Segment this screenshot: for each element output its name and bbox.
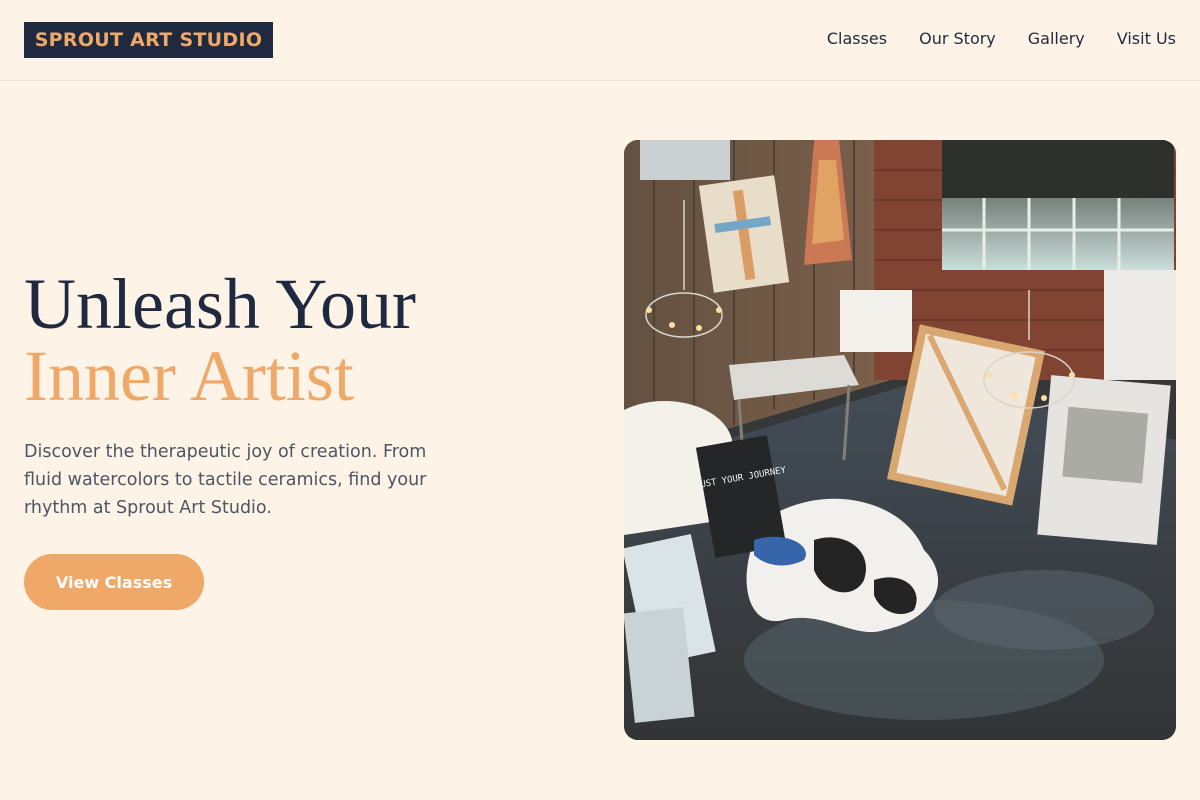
brand-logo[interactable]: SPROUT ART STUDIO bbox=[24, 22, 273, 58]
hero-title-line1: Unleash Your bbox=[24, 264, 417, 344]
main-nav: Classes Our Story Gallery Visit Us bbox=[827, 28, 1176, 50]
view-classes-button[interactable]: View Classes bbox=[24, 554, 204, 610]
nav-link-classes[interactable]: Classes bbox=[827, 28, 887, 50]
studio-photo: TRUST YOUR JOURNEY bbox=[624, 140, 1176, 740]
nav-link-visit-us[interactable]: Visit Us bbox=[1117, 28, 1176, 50]
hero-title-accent: Inner Artist bbox=[24, 336, 354, 416]
site-header: SPROUT ART STUDIO Classes Our Story Gall… bbox=[0, 0, 1200, 81]
nav-link-gallery[interactable]: Gallery bbox=[1028, 28, 1085, 50]
nav-link-our-story[interactable]: Our Story bbox=[919, 28, 996, 50]
hero-title: Unleash Your Inner Artist bbox=[24, 268, 416, 412]
hero-description: Discover the therapeutic joy of creation… bbox=[24, 442, 427, 518]
